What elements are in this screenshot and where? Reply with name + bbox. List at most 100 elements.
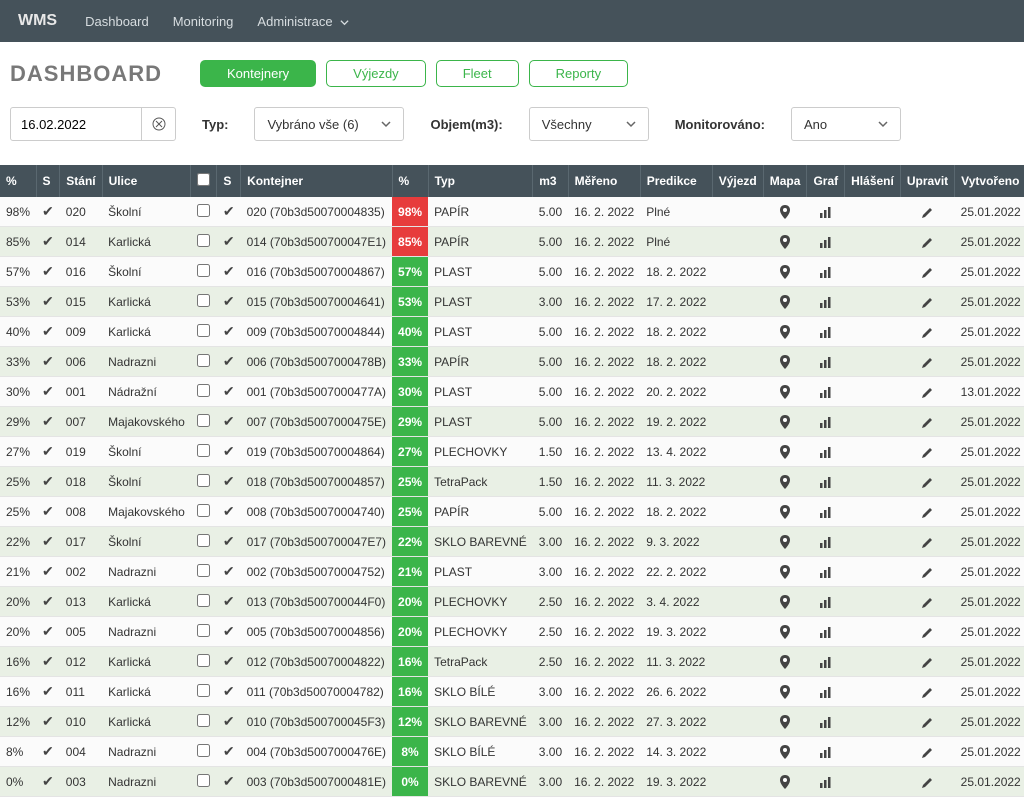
graf-button[interactable] <box>807 767 845 797</box>
hdr-typ[interactable]: Typ <box>428 165 533 197</box>
edit-button[interactable] <box>900 317 954 347</box>
edit-button[interactable] <box>900 377 954 407</box>
row-checkbox[interactable] <box>197 654 210 667</box>
graf-button[interactable] <box>807 317 845 347</box>
edit-button[interactable] <box>900 617 954 647</box>
row-checkbox[interactable] <box>197 414 210 427</box>
typ-select[interactable]: Vybráno vše (6) <box>254 107 404 141</box>
map-button[interactable] <box>763 467 807 497</box>
hlaseni-button[interactable] <box>845 287 901 317</box>
map-button[interactable] <box>763 557 807 587</box>
hlaseni-button[interactable] <box>845 227 901 257</box>
edit-button[interactable] <box>900 197 954 227</box>
hdr-kontejner[interactable]: Kontejner <box>241 165 392 197</box>
edit-button[interactable] <box>900 497 954 527</box>
map-button[interactable] <box>763 377 807 407</box>
edit-button[interactable] <box>900 707 954 737</box>
clear-date-button[interactable] <box>141 107 175 141</box>
map-button[interactable] <box>763 527 807 557</box>
graf-button[interactable] <box>807 497 845 527</box>
graf-button[interactable] <box>807 587 845 617</box>
hdr-kpct[interactable]: % <box>392 165 428 197</box>
date-input[interactable] <box>11 117 141 132</box>
edit-button[interactable] <box>900 437 954 467</box>
hdr-s1[interactable]: S <box>36 165 60 197</box>
cell-select[interactable] <box>191 377 217 407</box>
cell-select[interactable] <box>191 647 217 677</box>
cell-select[interactable] <box>191 437 217 467</box>
edit-button[interactable] <box>900 347 954 377</box>
hlaseni-button[interactable] <box>845 407 901 437</box>
hlaseni-button[interactable] <box>845 557 901 587</box>
cell-select[interactable] <box>191 287 217 317</box>
map-button[interactable] <box>763 647 807 677</box>
cell-select[interactable] <box>191 497 217 527</box>
row-checkbox[interactable] <box>197 474 210 487</box>
hdr-pct[interactable]: % <box>0 165 36 197</box>
hlaseni-button[interactable] <box>845 587 901 617</box>
hdr-vyjezd[interactable]: Výjezd <box>712 165 763 197</box>
monitorovano-select[interactable]: Ano <box>791 107 901 141</box>
row-checkbox[interactable] <box>197 294 210 307</box>
row-checkbox[interactable] <box>197 624 210 637</box>
hlaseni-button[interactable] <box>845 347 901 377</box>
hlaseni-button[interactable] <box>845 707 901 737</box>
hdr-ulice[interactable]: Ulice <box>102 165 191 197</box>
graf-button[interactable] <box>807 197 845 227</box>
tab-vyjezdy[interactable]: Výjezdy <box>326 60 426 87</box>
hdr-hlaseni[interactable]: Hlášení <box>845 165 901 197</box>
cell-select[interactable] <box>191 227 217 257</box>
cell-select[interactable] <box>191 767 217 797</box>
cell-select[interactable] <box>191 677 217 707</box>
row-checkbox[interactable] <box>197 684 210 697</box>
edit-button[interactable] <box>900 767 954 797</box>
hdr-m3[interactable]: m3 <box>533 165 568 197</box>
row-checkbox[interactable] <box>197 714 210 727</box>
nav-administrace[interactable]: Administrace <box>257 14 349 29</box>
hlaseni-button[interactable] <box>845 497 901 527</box>
map-button[interactable] <box>763 497 807 527</box>
cell-select[interactable] <box>191 557 217 587</box>
graf-button[interactable] <box>807 227 845 257</box>
graf-button[interactable] <box>807 527 845 557</box>
row-checkbox[interactable] <box>197 354 210 367</box>
map-button[interactable] <box>763 257 807 287</box>
tab-fleet[interactable]: Fleet <box>436 60 519 87</box>
tab-reporty[interactable]: Reporty <box>529 60 629 87</box>
cell-select[interactable] <box>191 737 217 767</box>
map-button[interactable] <box>763 707 807 737</box>
row-checkbox[interactable] <box>197 534 210 547</box>
row-checkbox[interactable] <box>197 774 210 787</box>
edit-button[interactable] <box>900 587 954 617</box>
graf-button[interactable] <box>807 737 845 767</box>
map-button[interactable] <box>763 737 807 767</box>
hlaseni-button[interactable] <box>845 647 901 677</box>
cell-select[interactable] <box>191 347 217 377</box>
hlaseni-button[interactable] <box>845 677 901 707</box>
map-button[interactable] <box>763 617 807 647</box>
graf-button[interactable] <box>807 677 845 707</box>
row-checkbox[interactable] <box>197 444 210 457</box>
map-button[interactable] <box>763 287 807 317</box>
hdr-graf[interactable]: Graf <box>807 165 845 197</box>
hdr-stani[interactable]: Stání <box>60 165 102 197</box>
row-checkbox[interactable] <box>197 324 210 337</box>
hlaseni-button[interactable] <box>845 317 901 347</box>
cell-select[interactable] <box>191 407 217 437</box>
edit-button[interactable] <box>900 557 954 587</box>
hlaseni-button[interactable] <box>845 467 901 497</box>
hdr-mapa[interactable]: Mapa <box>763 165 807 197</box>
cell-select[interactable] <box>191 527 217 557</box>
edit-button[interactable] <box>900 227 954 257</box>
map-button[interactable] <box>763 347 807 377</box>
hlaseni-button[interactable] <box>845 767 901 797</box>
map-button[interactable] <box>763 767 807 797</box>
map-button[interactable] <box>763 197 807 227</box>
select-all-checkbox[interactable] <box>197 173 210 186</box>
cell-select[interactable] <box>191 467 217 497</box>
map-button[interactable] <box>763 677 807 707</box>
nav-dashboard[interactable]: Dashboard <box>85 14 149 29</box>
cell-select[interactable] <box>191 587 217 617</box>
edit-button[interactable] <box>900 467 954 497</box>
graf-button[interactable] <box>807 467 845 497</box>
